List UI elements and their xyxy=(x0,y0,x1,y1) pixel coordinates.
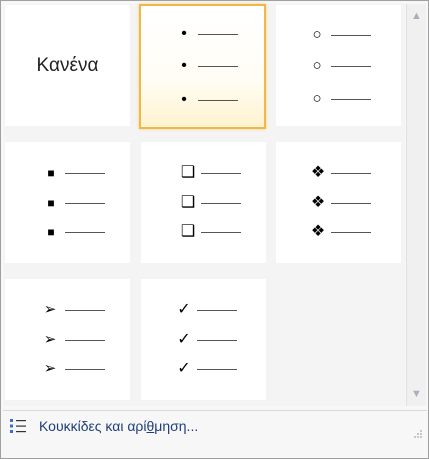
bullet-option-filled-round[interactable]: • • • xyxy=(139,4,266,129)
hollow-square-bullet-icon: ❑ xyxy=(180,164,196,181)
bullet-option-filled-square[interactable]: ■ ■ ■ xyxy=(5,142,130,263)
bullet-option-none[interactable]: Κανένα xyxy=(5,5,130,126)
filled-square-bullet-icon: ■ xyxy=(47,196,55,210)
four-diamond-bullet-icon: ❖ xyxy=(310,164,326,181)
none-label: Κανένα xyxy=(36,54,99,76)
bullet-option-checkmark[interactable]: ✓ ✓ ✓ xyxy=(141,279,266,400)
filled-round-bullet-icon: • xyxy=(181,91,187,108)
gallery-scrollbar[interactable]: ▲ ▼ xyxy=(406,4,426,406)
bullet-gallery: Κανένα • • • ○ ○ ○ ■ ■ ■ ❑ ❑ ❑ ❖ ❖ ❖ ➢ ➢… xyxy=(4,4,405,406)
hollow-square-bullet-icon: ❑ xyxy=(180,223,196,240)
bullet-list-icon xyxy=(10,419,26,433)
arrow-bullet-icon: ➢ xyxy=(43,301,57,318)
hollow-round-bullet-icon: ○ xyxy=(312,26,322,43)
scroll-down-icon[interactable]: ▼ xyxy=(407,384,426,404)
checkmark-bullet-icon: ✓ xyxy=(177,360,191,377)
bullet-option-arrow[interactable]: ➢ ➢ ➢ xyxy=(5,279,130,400)
bullet-row: • xyxy=(141,24,264,44)
bullet-row: • xyxy=(141,56,264,76)
scroll-up-icon[interactable]: ▲ xyxy=(407,6,426,26)
four-diamond-bullet-icon: ❖ xyxy=(310,223,326,240)
filled-round-bullet-icon: • xyxy=(181,57,187,74)
checkmark-bullet-icon: ✓ xyxy=(177,331,191,348)
bullet-row: • xyxy=(141,90,264,110)
hollow-round-bullet-icon: ○ xyxy=(312,90,322,107)
hollow-square-bullet-icon: ❑ xyxy=(180,194,196,211)
bullets-and-numbering-label: Κουκκίδες και αρίθμηση... xyxy=(39,418,199,434)
four-diamond-bullet-icon: ❖ xyxy=(310,194,326,211)
filled-square-bullet-icon: ■ xyxy=(47,166,55,180)
arrow-bullet-icon: ➢ xyxy=(43,331,57,348)
filled-square-bullet-icon: ■ xyxy=(47,225,55,239)
hollow-round-bullet-icon: ○ xyxy=(312,57,322,74)
checkmark-bullet-icon: ✓ xyxy=(177,301,191,318)
resize-grip-icon[interactable] xyxy=(413,429,423,439)
arrow-bullet-icon: ➢ xyxy=(43,360,57,377)
bullet-option-four-diamond[interactable]: ❖ ❖ ❖ xyxy=(276,142,401,263)
bullet-library-panel: Κανένα • • • ○ ○ ○ ■ ■ ■ ❑ ❑ ❑ ❖ ❖ ❖ ➢ ➢… xyxy=(0,0,429,459)
filled-round-bullet-icon: • xyxy=(181,25,187,42)
bullet-option-hollow-square[interactable]: ❑ ❑ ❑ xyxy=(141,142,266,263)
bullet-option-hollow-round[interactable]: ○ ○ ○ xyxy=(276,5,401,126)
bullets-and-numbering-item[interactable]: Κουκκίδες και αρίθμηση... xyxy=(3,410,427,441)
